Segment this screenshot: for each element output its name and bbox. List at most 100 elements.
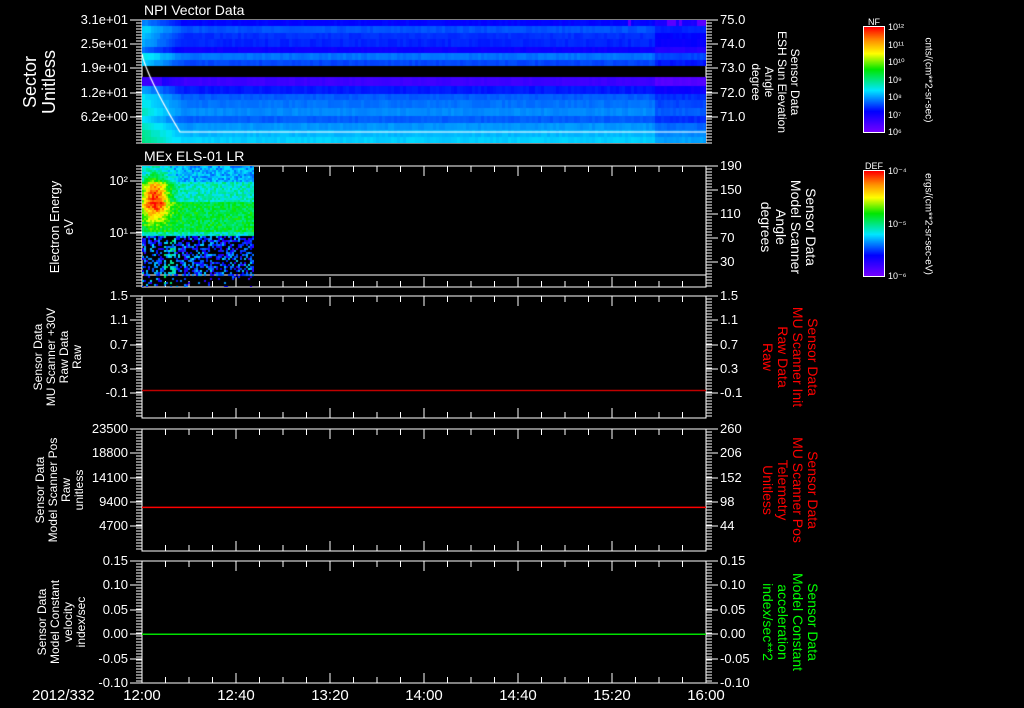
axis-label-line: ergs/(cm**2-sr-sec-eV): [922, 172, 934, 275]
right-y-tick-label: 1.1: [720, 312, 739, 327]
right-y-tick-label: 70: [720, 230, 735, 245]
right-y-axis-label: Sensor Data Model Scanner Angle degrees: [758, 179, 819, 274]
axis-label-line: MU Scanner Init: [790, 306, 806, 408]
right-y-tick-label: 72.0: [720, 85, 746, 100]
axis-label-line: Sensor Data: [805, 583, 821, 661]
right-y-tick-label: 260: [720, 421, 742, 436]
axis-label-line: Sensor Data: [788, 48, 802, 115]
y-axis-label: Electron Energy eV: [47, 180, 76, 273]
right-y-axis-label: Sensor Data Model Constant acceleration ind…: [760, 572, 821, 672]
axis-label-line: Unitless: [39, 49, 59, 114]
axis-label-line: index/sec**2: [760, 583, 776, 661]
right-y-tick-label: 190: [720, 158, 742, 173]
right-y-tick-label: 98: [720, 494, 735, 509]
axis-label-line: Angle: [762, 66, 776, 97]
colorbar-tick-label: 10⁻⁵: [888, 218, 907, 229]
y-axis-label: Sensor Data Model Constant velocity index/s…: [35, 580, 88, 664]
y-tick-label: 2.5e+01: [80, 36, 128, 51]
colorbar-tick-label: 10¹²: [888, 22, 905, 32]
right-y-axis-label: Sensor Data MU Scanner Pos Telemetry Unitle…: [760, 437, 821, 543]
sector-spectrogram: [142, 20, 706, 143]
right-y-tick-label: 0.05: [720, 602, 746, 617]
axis-label-line: Electron Energy: [47, 180, 62, 273]
y-tick-label: 1.5: [109, 288, 128, 303]
right-y-tick-label: -0.05: [720, 651, 750, 666]
colorbar-tick-label: 10⁷: [888, 109, 902, 120]
time-tick-label: 12:40: [217, 687, 255, 704]
colorbar-tick-label: 10⁻⁴: [888, 166, 907, 176]
axis-label-line: Angle: [773, 208, 789, 245]
right-y-axis-label: Sensor Data ESH Sun Elevation Angle degree: [749, 30, 802, 133]
colorbar-tick-label: 10¹¹: [888, 39, 905, 50]
axis-label-line: acceleration: [775, 584, 791, 660]
colorbar-title: NF: [868, 17, 880, 27]
right-y-tick-label: 74.0: [720, 36, 746, 51]
right-y-tick-label: 110: [720, 206, 741, 221]
right-y-tick-label: 44: [720, 518, 735, 533]
time-tick-label: 14:00: [405, 687, 443, 704]
plot-frame: [141, 295, 707, 419]
right-y-tick-label: 71.0: [720, 109, 746, 124]
y-axis-label: Sensor Data MU Scanner +30V Raw Data Raw: [31, 308, 84, 406]
axis-label-line: Model Scanner: [788, 179, 804, 274]
plot-frame: [141, 560, 707, 684]
right-y-tick-label: 0.15: [720, 553, 746, 568]
colorbar: [864, 171, 884, 276]
right-y-tick-label: 30: [720, 254, 735, 269]
right-y-tick-label: 150: [720, 182, 742, 197]
colorbar-title: DEF: [865, 161, 883, 171]
right-y-tick-label: 73.0: [720, 60, 746, 75]
axis-label-line: Sensor Data: [805, 451, 821, 529]
time-tick-label: 13:20: [311, 687, 349, 704]
colorbar-tick-label: 10⁹: [888, 74, 902, 85]
axis-label-line: Raw: [760, 342, 776, 371]
colorbar-tick-label: 10¹⁰: [888, 57, 905, 67]
right-y-tick-label: 0.7: [720, 337, 739, 352]
y-axis-label: Sensor Data Model Scanner Pos Raw unitless: [33, 438, 86, 543]
colorbar-tick-label: 10⁶: [888, 127, 902, 137]
electron-spectrogram: [142, 166, 254, 287]
axis-label-line: Unitless: [760, 465, 776, 515]
y-tick-label: 0.15: [102, 553, 128, 568]
axis-label-line: ESH Sun Elevation: [775, 30, 789, 133]
colorbar-units: cnts/(cm**2-sr-sec): [923, 37, 934, 122]
right-y-tick-label: 0.3: [720, 361, 739, 376]
colorbar-units: ergs/(cm**2-sr-sec-eV): [923, 173, 934, 275]
axis-label-line: eV: [61, 218, 76, 235]
right-y-tick-label: 0.10: [720, 577, 746, 592]
y-tick-label: 3.1e+01: [80, 12, 128, 27]
time-tick-label: 16:00: [687, 687, 725, 704]
plot-frame: [141, 428, 707, 552]
axis-label-line: unitless: [72, 469, 86, 511]
date-label: 2012/332: [32, 687, 95, 704]
y-tick-label: 23500: [91, 421, 128, 436]
axis-label-line: degree: [749, 62, 763, 101]
axis-label-line: cnts/(cm**2-sr-sec): [922, 36, 934, 123]
axis-label-line: Raw: [70, 344, 84, 370]
axis-label-line: Raw Data: [775, 326, 791, 388]
axis-label-line: Sensor Data: [805, 318, 821, 396]
right-y-tick-label: -0.1: [720, 385, 743, 400]
right-y-axis-label: Sensor Data MU Scanner Init Raw Data Raw: [760, 306, 821, 408]
axis-label-line: Telemetry: [775, 459, 791, 521]
axis-label-line: Sensor Data: [803, 187, 819, 266]
axis-label-line: degrees: [758, 201, 774, 252]
colorbar-tick-label: 10⁸: [888, 92, 902, 102]
colorbar: [864, 27, 884, 132]
right-y-tick-label: 152: [720, 470, 742, 485]
y-tick-label: 6.2e+00: [80, 109, 128, 124]
time-tick-label: 15:20: [593, 687, 631, 704]
axis-label-line: MU Scanner Pos: [790, 437, 806, 543]
right-y-tick-label: 206: [720, 445, 742, 460]
right-y-tick-label: 0.00: [720, 626, 746, 641]
time-tick-label: 12:00: [123, 687, 161, 704]
axis-label-line: Model Constant: [790, 572, 806, 672]
right-y-tick-label: 75.0: [720, 12, 746, 27]
colorbar-tick-label: 10⁻⁶: [888, 271, 907, 281]
panel-title: MEx ELS-01 LR: [144, 148, 245, 164]
y-axis-label: Sector Unitless: [20, 49, 59, 114]
axis-label-line: index/sec: [74, 596, 88, 648]
time-tick-label: 14:40: [499, 687, 537, 704]
panel-title: NPI Vector Data: [144, 2, 245, 18]
right-y-tick-label: 1.5: [720, 288, 739, 303]
